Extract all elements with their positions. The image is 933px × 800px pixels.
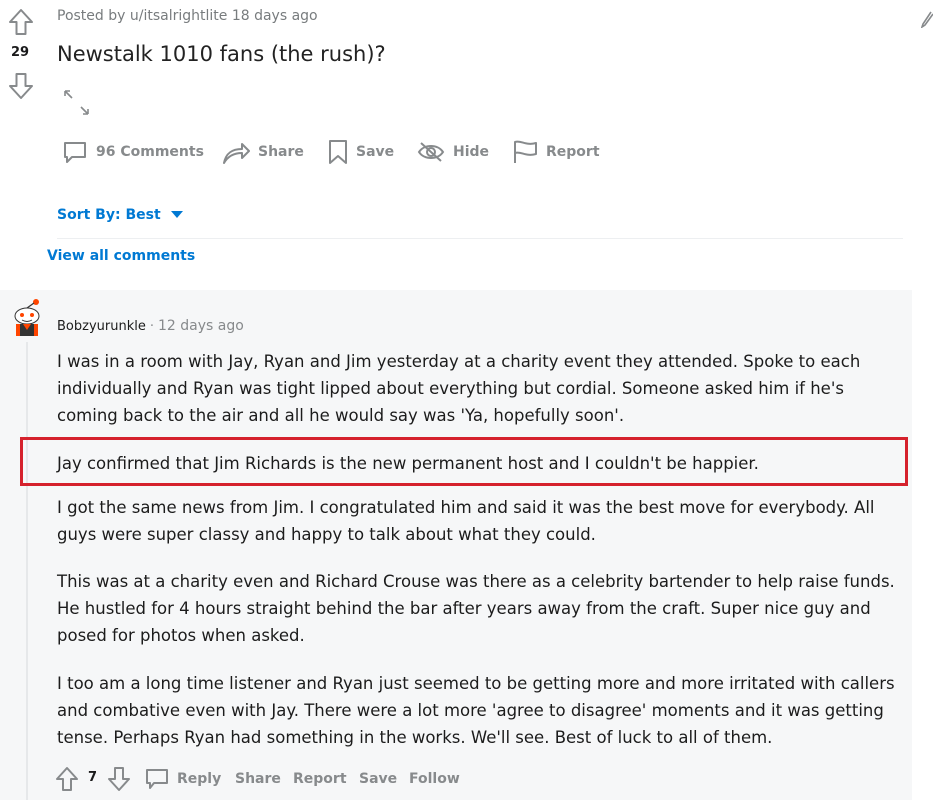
- post-meta: Posted by u/itsalrightlite 18 days ago: [57, 8, 318, 24]
- meta-separator: ·: [149, 318, 154, 334]
- comment-icon: [146, 769, 168, 789]
- share-icon: [223, 143, 250, 164]
- sort-label: Sort By: Best: [57, 207, 161, 223]
- comment-score: 7: [88, 770, 98, 785]
- comments-label: 96 Comments: [96, 144, 204, 160]
- follow-button[interactable]: Follow: [409, 771, 460, 787]
- comment-paragraph-1: I was in a room with Jay, Ryan and Jim y…: [57, 352, 861, 425]
- view-all-comments-link[interactable]: View all comments: [47, 248, 195, 264]
- comment-paragraph-4: This was at a charity even and Richard C…: [57, 572, 895, 645]
- save-button[interactable]: Save: [328, 139, 394, 165]
- comment-author[interactable]: Bobzyurunkle: [57, 319, 146, 334]
- post-score: 29: [11, 45, 30, 60]
- comment-downvote-icon[interactable]: [107, 766, 131, 796]
- flag-icon: [514, 140, 537, 163]
- comment-header: Bobzyurunkle · 12 days ago: [57, 318, 244, 334]
- comment-icon: [64, 142, 86, 163]
- reply-label: Reply: [177, 771, 222, 787]
- post-downvote-icon[interactable]: [8, 72, 34, 100]
- post-upvote-icon[interactable]: [8, 8, 34, 36]
- divider: [57, 238, 903, 239]
- save-label: Save: [356, 144, 395, 160]
- share-label: Share: [258, 144, 304, 160]
- thread-line[interactable]: [26, 342, 28, 800]
- comment-paragraph-5: I too am a long time listener and Ryan j…: [57, 674, 895, 747]
- caret-down-icon: [170, 211, 183, 218]
- post-title[interactable]: Newstalk 1010 fans (the rush)?: [57, 42, 386, 66]
- comment-report-button[interactable]: Report: [293, 771, 347, 787]
- hide-button[interactable]: Hide: [417, 139, 489, 165]
- reply-button[interactable]: Reply: [145, 767, 221, 791]
- avatar[interactable]: [10, 296, 44, 346]
- hide-icon: [417, 142, 445, 162]
- comment-paragraph-3: I got the same news from Jim. I congratu…: [57, 498, 875, 544]
- report-label: Report: [546, 144, 600, 160]
- sort-dropdown[interactable]: Sort By: Best: [57, 207, 183, 223]
- comment-time[interactable]: 12 days ago: [158, 318, 244, 334]
- comments-button[interactable]: 96 Comments: [62, 139, 204, 165]
- comment-paragraph-2: Jay confirmed that Jim Richards is the n…: [57, 454, 759, 473]
- bookmark-icon: [329, 140, 347, 164]
- comment-share-button[interactable]: Share: [235, 771, 281, 787]
- pencil-icon[interactable]: [920, 10, 933, 32]
- comment-upvote-icon[interactable]: [55, 766, 79, 796]
- share-button[interactable]: Share: [222, 139, 304, 165]
- report-button[interactable]: Report: [512, 139, 600, 165]
- expand-icon[interactable]: [63, 89, 91, 121]
- comment-save-button[interactable]: Save: [359, 771, 397, 787]
- hide-label: Hide: [453, 144, 490, 160]
